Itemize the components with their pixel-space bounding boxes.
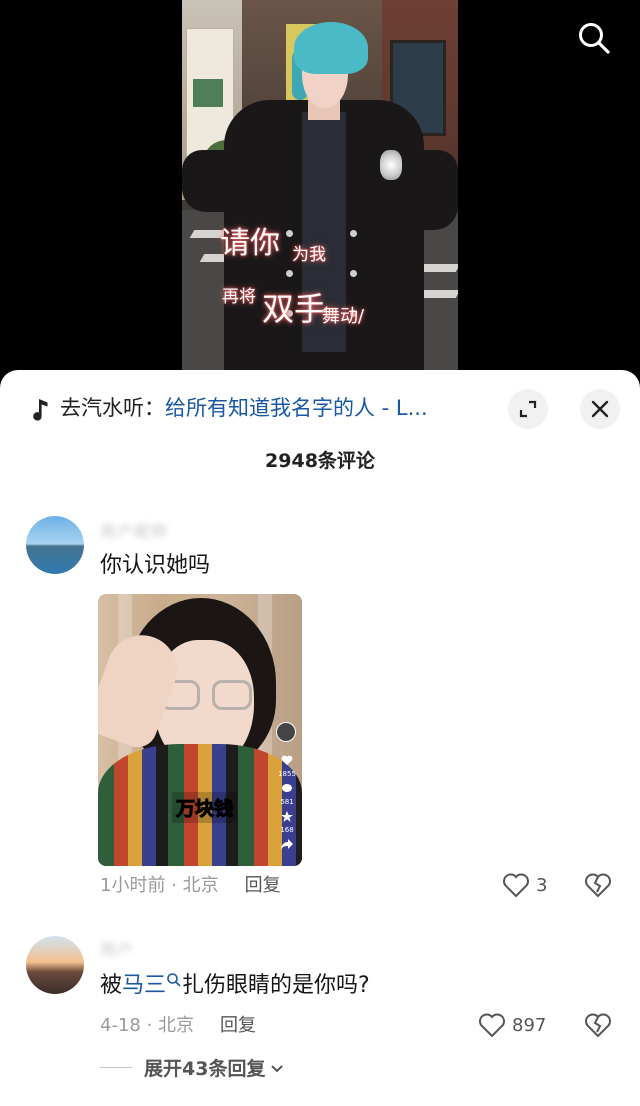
comment-time-location: 4-18 · 北京 [100,1015,195,1036]
comment-username[interactable]: 用户昵称 [100,518,168,542]
divider [100,1067,132,1068]
share-icon [280,838,294,850]
like-count: 3 [536,874,548,896]
comment-image-count: 1855 [278,770,296,778]
video-lyric: 舞动/ [322,306,365,327]
comment-meta: 1小时前 · 北京 回复 [100,873,281,899]
heart-icon [280,754,294,766]
comment-text-before: 被 [100,973,123,998]
search-icon [579,23,610,54]
mention-search-icon [167,973,181,987]
chevron-down-icon [271,1064,284,1072]
comment-image-glasses [212,680,252,710]
comment-image-count: 168 [280,826,294,834]
close-button[interactable] [580,389,620,429]
like-button[interactable]: 897 [478,1012,546,1038]
reply-button[interactable]: 回复 [245,875,281,896]
mention-link[interactable]: 马三 [122,973,182,998]
comment-icon [280,782,294,794]
dislike-button[interactable] [584,871,612,899]
dislike-button[interactable] [584,1011,612,1039]
music-link[interactable]: 去汽水听：给所有知道我名字的人 - L... [60,392,490,424]
video-lyric: 再将 [222,287,256,307]
video-person-brooch [380,150,402,180]
comment-time-location: 1小时前 · 北京 [100,875,219,896]
star-icon [280,810,294,822]
like-button[interactable]: 3 [502,872,547,898]
video-frame[interactable]: 请你 为我 再将 双手 舞动/ [182,0,458,372]
close-icon [591,400,609,418]
expand-replies-label: 展开43条回复 [144,1058,266,1080]
comment-text: 你认识她吗 [100,553,211,578]
expand-button[interactable] [508,389,548,429]
comment-image[interactable]: 万块钱 1855 581 168 [98,594,302,866]
video-person-hair [294,22,368,74]
video-player[interactable]: 请你 为我 再将 双手 舞动/ [0,0,640,380]
expand-replies-button[interactable]: 展开43条回复 [100,1054,285,1081]
music-bar[interactable]: 去汽水听：给所有知道我名字的人 - L... [0,370,640,446]
comment-image-count: 581 [280,798,294,806]
music-note-icon [33,399,48,421]
music-title[interactable]: 给所有知道我名字的人 - L... [165,396,428,420]
comment-image-caption: 万块钱 [172,792,238,823]
comment-image-sidebar: 1855 581 168 [276,754,298,866]
comment-count: 2948条评论 [265,450,375,472]
comment-username[interactable]: 用户 [100,936,134,960]
comment-meta: 4-18 · 北京 回复 [100,1013,256,1039]
comment-text: 被马三 扎伤眼睛的是你吗? [100,970,370,1002]
search-button[interactable] [574,18,614,58]
video-lyric: 请你 [220,226,280,261]
heart-outline-icon [479,1013,505,1038]
broken-heart-icon [585,1013,611,1038]
expand-icon [519,400,537,418]
avatar[interactable] [26,516,84,574]
comment-text-after: 扎伤眼睛的是你吗? [182,973,370,998]
reply-button[interactable]: 回复 [220,1015,256,1036]
heart-outline-icon [503,873,529,898]
mention-text: 马三 [122,973,167,998]
like-count: 897 [512,1014,547,1036]
video-lyric: 双手 [262,290,327,328]
video-lyric: 为我 [292,245,326,265]
music-prefix: 去汽水听： [60,396,165,420]
comment-sheet: 去汽水听：给所有知道我名字的人 - L... 2948条评论 用户昵称 你认识她… [0,370,640,1106]
avatar[interactable] [26,936,84,994]
broken-heart-icon [585,873,611,898]
comment-image-avatar [276,722,296,742]
